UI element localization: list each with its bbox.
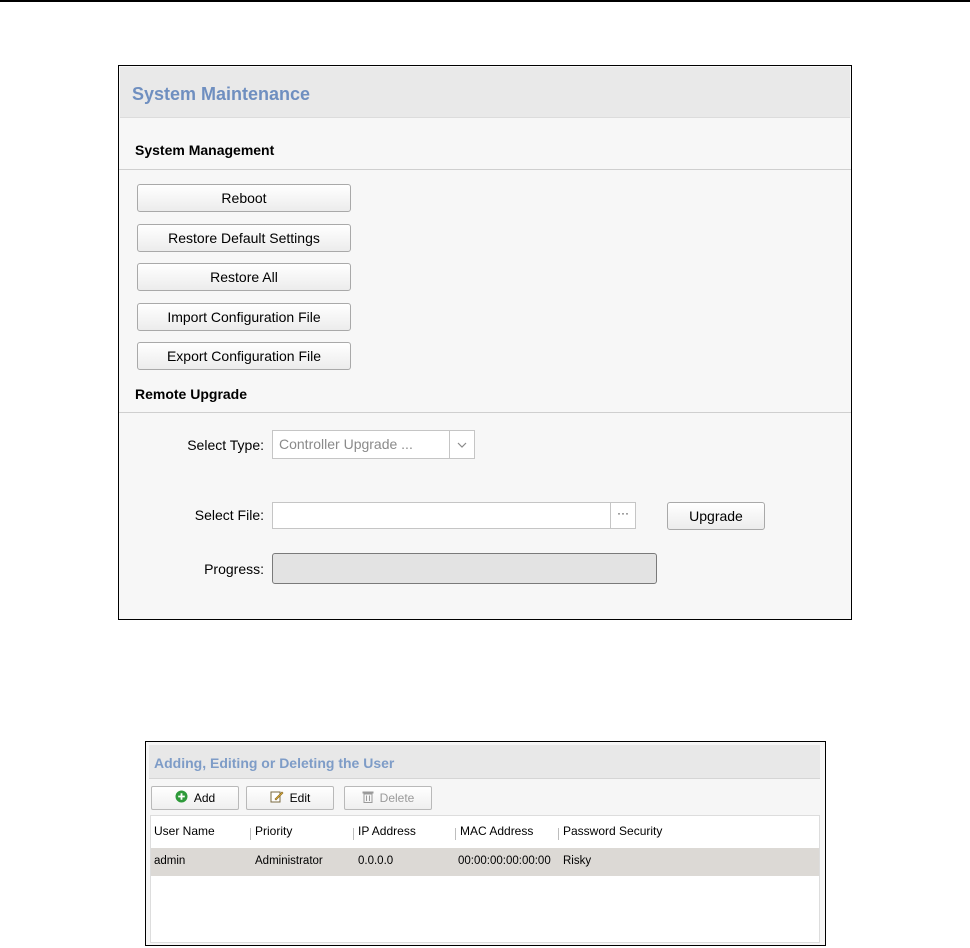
panel-title-bar: Adding, Editing or Deleting the User (149, 745, 820, 779)
section-divider (119, 412, 851, 413)
delete-user-button[interactable]: Delete (344, 786, 432, 810)
panel-title: Adding, Editing or Deleting the User (154, 755, 395, 771)
column-header-ip-address[interactable]: IP Address (358, 824, 416, 838)
column-separator (558, 828, 559, 840)
column-separator (353, 828, 354, 840)
add-label: Add (193, 791, 216, 805)
system-management-heading: System Management (135, 142, 275, 158)
select-file-input[interactable]: ··· (272, 502, 636, 529)
chevron-down-icon[interactable] (449, 431, 474, 458)
panel-title-bar: System Maintenance (120, 67, 850, 118)
column-separator (455, 828, 456, 840)
column-header-password-security[interactable]: Password Security (563, 824, 662, 838)
panel-title: System Maintenance (132, 84, 311, 104)
select-type-value: Controller Upgrade ... (279, 436, 413, 452)
upgrade-progress-bar (272, 553, 657, 584)
user-management-panel: Adding, Editing or Deleting the User Add… (145, 741, 826, 946)
column-header-mac-address[interactable]: MAC Address (460, 824, 533, 838)
cell-mac-address: 00:00:00:00:00:00 (458, 855, 551, 867)
cell-priority: Administrator (255, 855, 323, 867)
reboot-button[interactable]: Reboot (137, 184, 351, 212)
cell-password-security: Risky (563, 855, 592, 867)
table-header: User Name Priority IP Address MAC Addres… (151, 816, 819, 848)
browse-button[interactable]: ··· (610, 503, 635, 528)
edit-user-button[interactable]: Edit (246, 786, 334, 810)
add-user-button[interactable]: Add (151, 786, 239, 810)
section-divider (119, 169, 851, 170)
progress-label: Progress: (204, 561, 264, 577)
export-configuration-file-button[interactable]: Export Configuration File (137, 342, 351, 370)
select-type-dropdown[interactable]: Controller Upgrade ... (272, 430, 475, 459)
select-type-label: Select Type: (187, 437, 264, 453)
select-file-label: Select File: (194, 507, 264, 523)
cell-user-name: admin (154, 855, 186, 867)
top-rule (0, 0, 970, 2)
cell-ip-address: 0.0.0.0 (358, 855, 394, 867)
system-maintenance-panel: System Maintenance System Management Reb… (118, 65, 852, 620)
trash-icon (362, 790, 374, 806)
delete-label: Delete (379, 791, 415, 805)
edit-icon (270, 790, 284, 806)
restore-default-settings-button[interactable]: Restore Default Settings (137, 224, 351, 252)
import-configuration-file-button[interactable]: Import Configuration File (137, 303, 351, 331)
edit-label: Edit (289, 791, 311, 805)
user-table: User Name Priority IP Address MAC Addres… (150, 815, 820, 943)
restore-all-button[interactable]: Restore All (137, 263, 351, 291)
column-separator (250, 828, 251, 840)
table-row[interactable]: admin Administrator 0.0.0.0 00:00:00:00:… (151, 848, 819, 876)
column-header-priority[interactable]: Priority (255, 824, 292, 838)
remote-upgrade-heading: Remote Upgrade (135, 386, 248, 402)
add-icon (175, 790, 188, 806)
upgrade-button[interactable]: Upgrade (667, 502, 765, 530)
column-header-user-name[interactable]: User Name (154, 824, 215, 838)
